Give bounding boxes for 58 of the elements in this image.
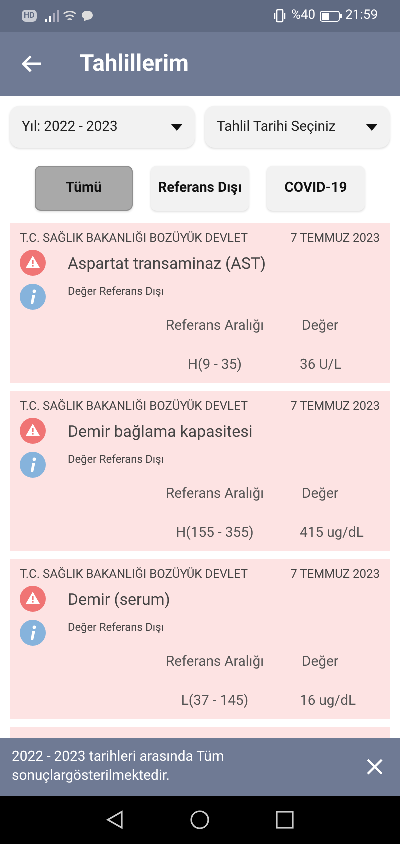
hospital-name: T.C. SAĞLIK BAKANLIĞI BOZÜYÜK DEVLET <box>20 230 248 247</box>
column-header: Değer <box>302 653 339 672</box>
info-icon <box>20 620 46 646</box>
column-header: Değer <box>302 317 339 336</box>
info-icon <box>20 284 46 310</box>
range-value: H(9 - 35) <box>188 356 242 375</box>
wifi-icon <box>62 10 77 22</box>
result-value: 415 ug/dL <box>300 524 364 543</box>
page-title: Tahlillerim <box>80 48 189 79</box>
vibrate-icon <box>273 9 288 23</box>
signal-icon <box>44 10 59 22</box>
dropdown[interactable]: Yıl: 2022 - 2023 <box>10 106 195 148</box>
chat-icon <box>80 10 94 22</box>
column-header: Referans Aralığı <box>166 485 264 504</box>
home-nav-button[interactable] <box>190 810 210 830</box>
snackbar-message: 2022 - 2023 tarihleri arasında Tüm sonuçlargösterilmektedir. <box>12 748 226 786</box>
recents-nav-button[interactable] <box>276 811 294 829</box>
caret-icon <box>171 124 183 130</box>
result-value: 16 ug/dL <box>300 692 356 711</box>
hospital-name: T.C. SAĞLIK BAKANLIĞI BOZÜYÜK DEVLET <box>20 566 248 583</box>
status-text: Değer Referans Dışı <box>68 620 165 636</box>
filter-tab[interactable]: Tümü <box>35 166 133 211</box>
result-card[interactable]: T.C. SAĞLIK BAKANLIĞI BOZÜYÜK DEVLET 7 TEMMUZ 2023 Demir bağlama kapasitesi Değer Referans Dışı Referans Aralığı Değer H(155 - 355) 415 ug/dL <box>10 391 390 551</box>
back-nav-button[interactable] <box>106 810 124 830</box>
result-date: 7 TEMMUZ 2023 <box>290 230 380 247</box>
hospital-name: T.C. SAĞLIK BAKANLIĞI BOZÜYÜK DEVLET <box>20 398 248 415</box>
close-icon <box>367 759 383 775</box>
battery-icon <box>320 10 342 22</box>
filter-tab[interactable]: Referans Dışı <box>151 166 249 211</box>
status-text: Değer Referans Dışı <box>68 284 165 300</box>
clock: 21:59 <box>346 7 378 26</box>
test-name: Aspartat transaminaz (AST) <box>68 253 266 275</box>
status-text: Değer Referans Dışı <box>68 452 165 468</box>
warning-icon <box>20 418 46 444</box>
result-value: 36 U/L <box>300 356 342 375</box>
test-name: Demir (serum) <box>68 589 170 611</box>
battery-percent: %40 <box>291 7 316 26</box>
square-icon <box>276 811 294 829</box>
column-header: Referans Aralığı <box>166 653 264 672</box>
result-date: 7 TEMMUZ 2023 <box>290 398 380 415</box>
warning-icon <box>20 586 46 612</box>
result-card[interactable]: T.C. SAĞLIK BAKANLIĞI BOZÜYÜK DEVLET 7 TEMMUZ 2023 Demir (serum) Değer Referans Dışı Referans Aralığı Değer L(37 - 145) 16 ug/dL <box>10 559 390 719</box>
column-header: Değer <box>302 485 339 504</box>
circle-icon <box>190 810 210 830</box>
test-name: Demir bağlama kapasitesi <box>68 421 253 443</box>
dropdown[interactable]: Tahlil Tarihi Seçiniz <box>205 106 390 148</box>
info-icon <box>20 452 46 478</box>
column-header: Referans Aralığı <box>166 317 264 336</box>
filter-tab[interactable]: COVID-19 <box>267 166 365 211</box>
range-value: H(155 - 355) <box>176 524 254 543</box>
result-date: 7 TEMMUZ 2023 <box>290 566 380 583</box>
result-card[interactable]: T.C. SAĞLIK BAKANLIĞI BOZÜYÜK DEVLET 7 TEMMUZ 2023 Aspartat transaminaz (AST) Değer Referans Dışı Referans Aralığı Değer H(9 - 35) 36 U/L <box>10 223 390 383</box>
range-value: L(37 - 145) <box>181 692 249 711</box>
caret-icon <box>366 124 378 130</box>
back-arrow-icon <box>22 55 42 73</box>
network-label: HD <box>22 10 37 22</box>
warning-icon <box>20 250 46 276</box>
triangle-icon <box>106 810 124 830</box>
